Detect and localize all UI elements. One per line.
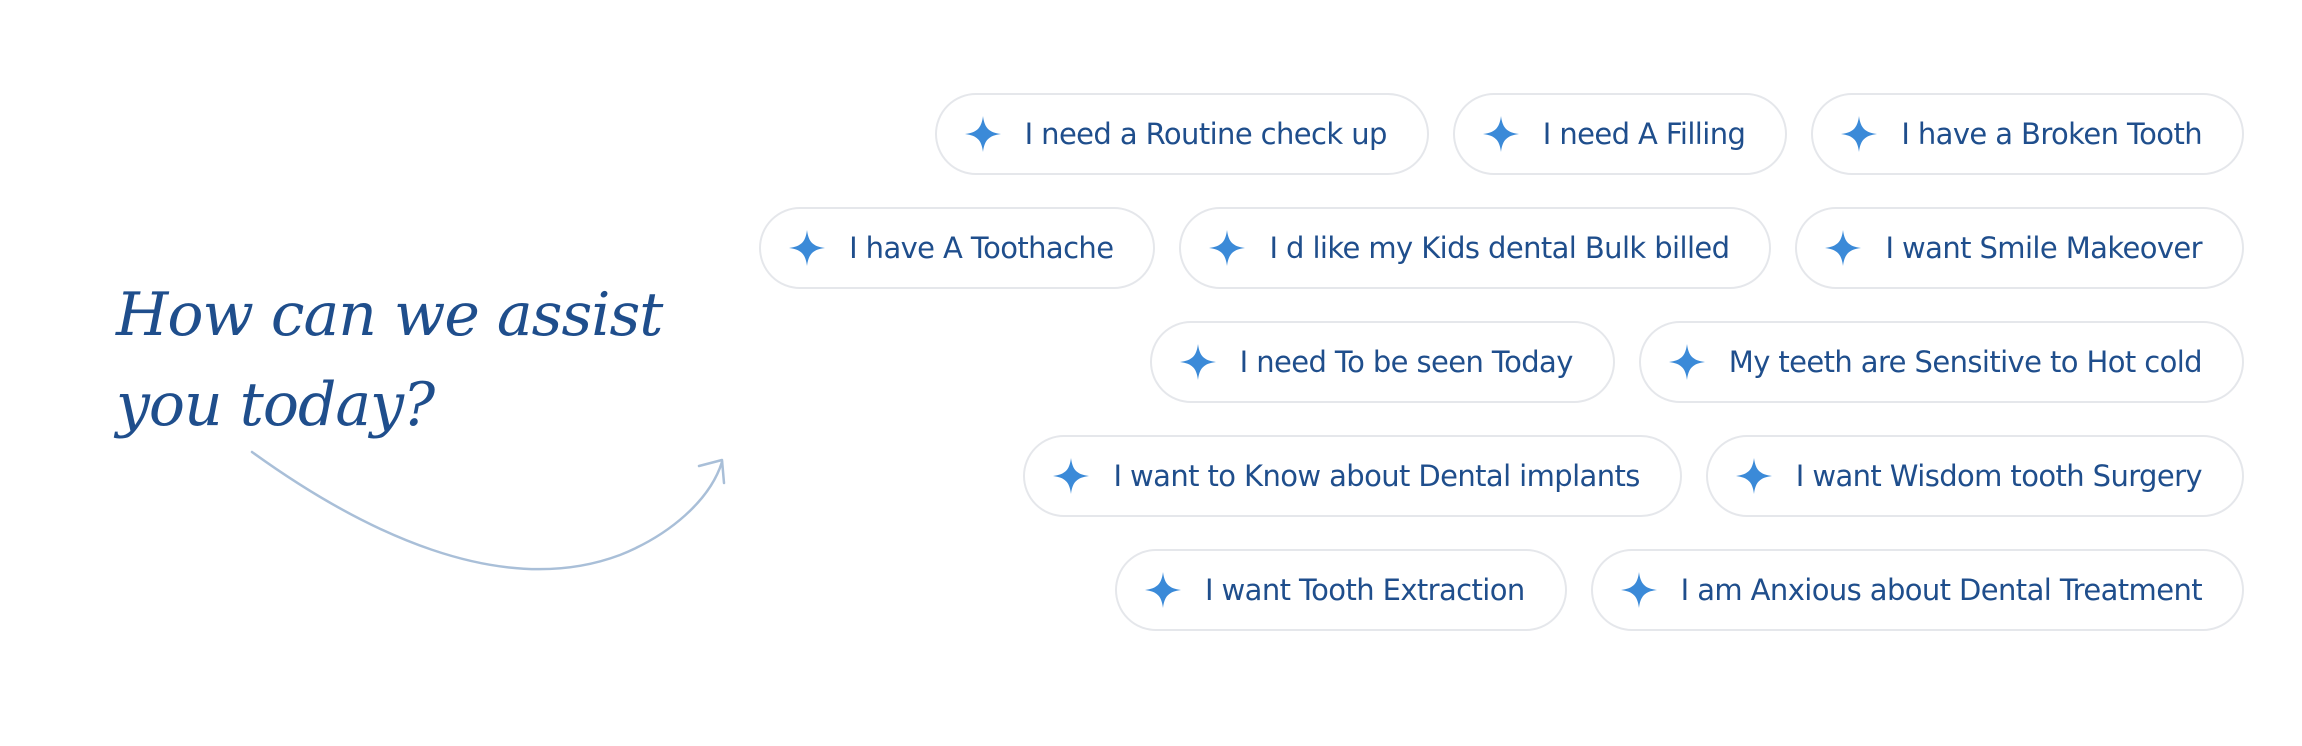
chip-label: I want Tooth Extraction	[1204, 573, 1525, 607]
chip-toothache[interactable]: I have A Toothache	[759, 207, 1156, 289]
chip-dental-anxiety[interactable]: I am Anxious about Dental Treatment	[1590, 549, 2244, 631]
page-title-line-1: How can we assist	[116, 280, 663, 350]
chip-label: I have A Toothache	[849, 231, 1114, 265]
chip-filling[interactable]: I need A Filling	[1452, 93, 1788, 175]
suggestion-chips: I need a Routine check up I need A Filli…	[724, 93, 2244, 631]
sparkle-icon	[1482, 116, 1519, 152]
chip-label: I need A Filling	[1542, 117, 1746, 151]
sparkle-icon	[1825, 230, 1862, 266]
chip-label: My teeth are Sensitive to Hot cold	[1728, 345, 2203, 379]
chip-sensitive-teeth[interactable]: My teeth are Sensitive to Hot cold	[1638, 321, 2244, 403]
chip-label: I need To be seen Today	[1239, 345, 1574, 379]
sparkle-icon	[1668, 344, 1705, 380]
chip-row: I want Tooth Extraction I am Anxious abo…	[724, 549, 2244, 631]
sparkle-icon	[1053, 458, 1090, 494]
chip-row: I want to Know about Dental implants I w…	[724, 435, 2244, 517]
sparkle-icon	[1841, 116, 1878, 152]
sparkle-icon	[1735, 458, 1772, 494]
chip-seen-today[interactable]: I need To be seen Today	[1149, 321, 1615, 403]
chip-routine-check-up[interactable]: I need a Routine check up	[934, 93, 1429, 175]
chip-smile-makeover[interactable]: I want Smile Makeover	[1795, 207, 2244, 289]
chip-tooth-extraction[interactable]: I want Tooth Extraction	[1114, 549, 1567, 631]
chip-row: I have A Toothache I d like my Kids dent…	[724, 207, 2244, 289]
chip-broken-tooth[interactable]: I have a Broken Tooth	[1811, 93, 2244, 175]
sparkle-icon	[1144, 572, 1181, 608]
chip-row: I need a Routine check up I need A Filli…	[724, 93, 2244, 175]
chip-label: I have a Broken Tooth	[1901, 117, 2202, 151]
sparkle-icon	[964, 116, 1001, 152]
sparkle-icon	[789, 230, 826, 266]
sparkle-icon	[1620, 572, 1657, 608]
chip-label: I d like my Kids dental Bulk billed	[1269, 231, 1730, 265]
chip-kids-bulk-billed[interactable]: I d like my Kids dental Bulk billed	[1179, 207, 1772, 289]
chip-wisdom-tooth-surgery[interactable]: I want Wisdom tooth Surgery	[1705, 435, 2244, 517]
chip-label: I want Wisdom tooth Surgery	[1795, 459, 2203, 493]
chip-label: I want Smile Makeover	[1885, 231, 2202, 265]
sparkle-icon	[1179, 344, 1216, 380]
chip-label: I am Anxious about Dental Treatment	[1680, 573, 2203, 607]
page-title-line-2: you today?	[116, 370, 435, 440]
curved-arrow-icon	[250, 450, 726, 571]
chip-label: I want to Know about Dental implants	[1113, 459, 1640, 493]
chip-label: I need a Routine check up	[1024, 117, 1388, 151]
chip-row: I need To be seen Today My teeth are Sen…	[724, 321, 2244, 403]
page-title: How can we assist you today?	[116, 270, 736, 450]
chip-dental-implants[interactable]: I want to Know about Dental implants	[1023, 435, 1682, 517]
sparkle-icon	[1209, 230, 1246, 266]
